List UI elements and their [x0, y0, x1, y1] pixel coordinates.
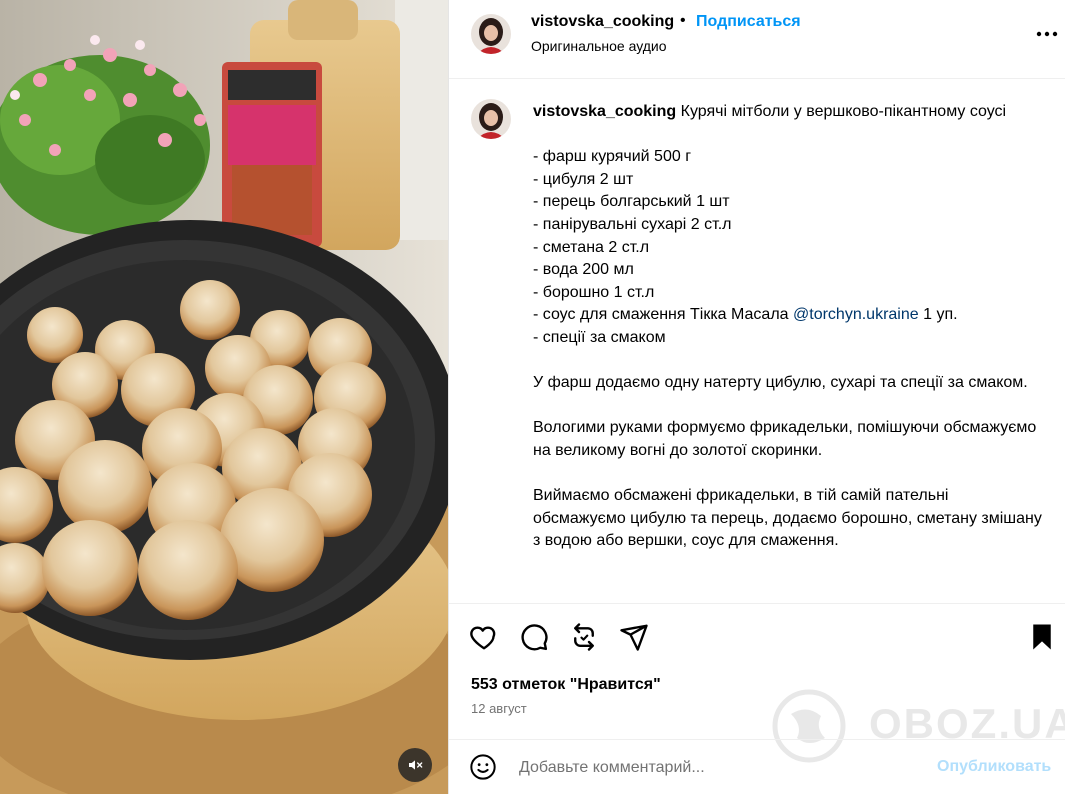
audio-label[interactable]: Оригинальное аудио [531, 38, 667, 54]
share-button[interactable] [619, 622, 649, 652]
share-icon [620, 624, 648, 651]
save-button[interactable] [1027, 622, 1057, 652]
like-button[interactable] [469, 622, 499, 652]
avatar-image [471, 14, 511, 54]
comment-button[interactable] [519, 622, 549, 652]
separator-dot: • [680, 12, 686, 29]
food-photo [0, 0, 448, 794]
caption-title: Курячі мітболи у вершково-пікантному соу… [680, 103, 1007, 120]
emoji-button[interactable] [469, 753, 497, 781]
more-options-button[interactable] [1035, 24, 1059, 44]
caption-username[interactable]: vistovska_cooking [533, 103, 676, 120]
heart-icon [470, 626, 496, 650]
step-3: Виймаємо обсмажені фрикадельки, в тій са… [533, 487, 1047, 550]
post-media[interactable] [0, 0, 448, 794]
publish-comment-button[interactable]: Опубликовать [937, 758, 1051, 776]
repost-icon [574, 623, 594, 651]
caption-scroll-area[interactable]: vistovska_cooking Курячі мітболи у вершк… [449, 79, 1065, 603]
avatar-image [471, 99, 511, 139]
post-panel: vistovska_cooking • Подписаться Оригинал… [448, 0, 1065, 794]
follow-button[interactable]: Подписаться [696, 13, 801, 31]
post-author-username[interactable]: vistovska_cooking [531, 13, 674, 31]
repost-button[interactable] [569, 622, 599, 652]
avatar[interactable] [471, 14, 511, 54]
likes-count[interactable]: 553 отметок "Нравится" [471, 676, 661, 694]
caption-text: vistovska_cooking Курячі мітболи у вершк… [533, 101, 1043, 553]
post-header: vistovska_cooking • Подписаться Оригинал… [449, 0, 1065, 79]
bookmark-icon [1033, 624, 1051, 650]
speaker-muted-icon [409, 760, 423, 770]
ingredients-list: - фарш курячий 500 г - цибуля 2 шт - пер… [533, 148, 789, 324]
comment-bar: Опубликовать [449, 739, 1065, 795]
step-1: У фарш додаємо одну натерту цибулю, суха… [533, 374, 1028, 392]
post-date[interactable]: 12 август [471, 701, 527, 716]
caption-avatar[interactable] [471, 99, 511, 139]
comment-input[interactable] [519, 756, 899, 780]
mention-link[interactable]: @torchyn.ukraine [793, 306, 919, 323]
mute-button[interactable] [398, 748, 432, 782]
more-horizontal-icon [1036, 31, 1058, 37]
comment-icon [521, 624, 548, 651]
step-2: Вологими руками формуємо фрикадельки, по… [533, 419, 1041, 459]
emoji-icon [470, 754, 496, 780]
